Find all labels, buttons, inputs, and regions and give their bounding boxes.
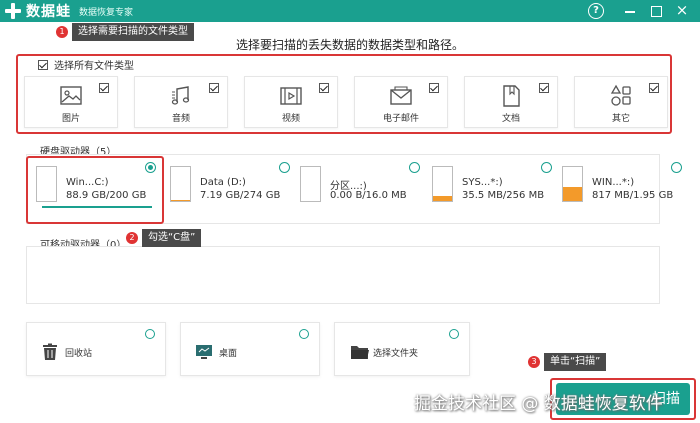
type-label: 电子邮件 bbox=[382, 114, 419, 124]
music-note-icon bbox=[171, 86, 190, 105]
type-card-images[interactable]: 图片 bbox=[24, 76, 118, 128]
drive-size: 7.19 GB/274 GB bbox=[200, 190, 281, 201]
drive-size: 35.5 MB/256 MB bbox=[462, 190, 545, 201]
app-logo: 数据蛙 数据恢复专家 bbox=[4, 0, 133, 22]
type-card-others[interactable]: 其它 bbox=[574, 76, 668, 128]
type-checkbox[interactable] bbox=[319, 83, 329, 93]
document-icon bbox=[503, 85, 520, 107]
type-checkbox[interactable] bbox=[429, 83, 439, 93]
type-label: 其它 bbox=[611, 114, 630, 124]
drive-icon bbox=[432, 166, 453, 202]
type-card-email[interactable]: 电子邮件 bbox=[354, 76, 448, 128]
location-recycle-bin[interactable]: 回收站 bbox=[26, 322, 166, 376]
location-label: 回收站 bbox=[65, 349, 93, 359]
drive-radio[interactable] bbox=[671, 162, 682, 173]
app-subtitle: 数据恢复专家 bbox=[79, 7, 134, 18]
drive-size: 0.00 B/16.0 MB bbox=[330, 190, 407, 201]
drive-sys[interactable]: SYS...*:) 35.5 MB/256 MB bbox=[428, 160, 556, 214]
select-all-types[interactable]: 选择所有文件类型 bbox=[38, 57, 134, 72]
image-icon bbox=[60, 86, 82, 105]
folder-icon bbox=[351, 346, 369, 359]
step-tooltip-3: 单击“扫描” bbox=[544, 353, 607, 371]
type-checkbox[interactable] bbox=[539, 83, 549, 93]
minimize-button[interactable] bbox=[622, 3, 638, 19]
drive-c-highlight bbox=[26, 156, 164, 224]
location-radio[interactable] bbox=[145, 329, 155, 339]
drive-radio[interactable] bbox=[541, 162, 552, 173]
step-tooltip-2: 勾选“C盘” bbox=[142, 229, 202, 247]
drive-icon bbox=[300, 166, 321, 202]
desktop-icon bbox=[196, 345, 212, 359]
watermark-text: 掘金技术社区 @ 数据蛙恢复软件 bbox=[414, 394, 663, 414]
type-card-video[interactable]: 视频 bbox=[244, 76, 338, 128]
location-label: 桌面 bbox=[219, 349, 238, 359]
location-select-folder[interactable]: 选择文件夹 bbox=[334, 322, 470, 376]
drive-icon bbox=[562, 166, 583, 202]
type-card-documents[interactable]: 文档 bbox=[464, 76, 558, 128]
type-label: 视频 bbox=[281, 114, 300, 124]
drive-radio[interactable] bbox=[279, 162, 290, 173]
type-checkbox[interactable] bbox=[99, 83, 109, 93]
select-all-label: 选择所有文件类型 bbox=[54, 61, 134, 72]
type-checkbox[interactable] bbox=[209, 83, 219, 93]
type-card-audio[interactable]: 音频 bbox=[134, 76, 228, 128]
drive-d[interactable]: Data (D:) 7.19 GB/274 GB bbox=[166, 160, 294, 214]
help-button[interactable]: ? bbox=[588, 3, 604, 19]
removable-drives-panel bbox=[26, 246, 660, 304]
location-label: 选择文件夹 bbox=[373, 349, 419, 359]
location-desktop[interactable]: 桌面 bbox=[180, 322, 320, 376]
drive-radio[interactable] bbox=[409, 162, 420, 173]
maximize-button[interactable] bbox=[648, 3, 664, 19]
video-film-icon bbox=[280, 87, 302, 105]
drive-icon bbox=[170, 166, 191, 202]
title-bar: 数据蛙 数据恢复专家 ? × bbox=[0, 0, 700, 22]
drive-partition[interactable]: 分区...:) 0.00 B/16.0 MB bbox=[296, 160, 424, 214]
drive-name: WIN...*:) bbox=[592, 177, 635, 188]
type-checkbox[interactable] bbox=[649, 83, 659, 93]
drive-win[interactable]: WIN...*:) 817 MB/1.95 GB bbox=[558, 160, 686, 214]
instruction-text: 选择要扫描的丢失数据的数据类型和路径。 bbox=[235, 38, 464, 52]
select-all-checkbox[interactable] bbox=[38, 59, 48, 70]
drive-size: 817 MB/1.95 GB bbox=[592, 190, 674, 201]
type-label: 音频 bbox=[171, 114, 190, 124]
drive-name: Data (D:) bbox=[200, 177, 246, 188]
step-badge-3: 3 bbox=[528, 356, 540, 368]
location-radio[interactable] bbox=[449, 329, 459, 339]
plus-logo-icon bbox=[4, 2, 22, 20]
app-name: 数据蛙 bbox=[26, 4, 71, 20]
step-badge-2: 2 bbox=[126, 232, 138, 244]
type-label: 文档 bbox=[501, 114, 520, 124]
envelope-icon bbox=[390, 86, 412, 105]
type-label: 图片 bbox=[61, 114, 80, 124]
close-button[interactable]: × bbox=[674, 3, 690, 19]
shapes-icon bbox=[610, 84, 631, 106]
location-radio[interactable] bbox=[299, 329, 309, 339]
drive-name: SYS...*:) bbox=[462, 177, 503, 188]
recycle-bin-icon bbox=[43, 343, 57, 360]
